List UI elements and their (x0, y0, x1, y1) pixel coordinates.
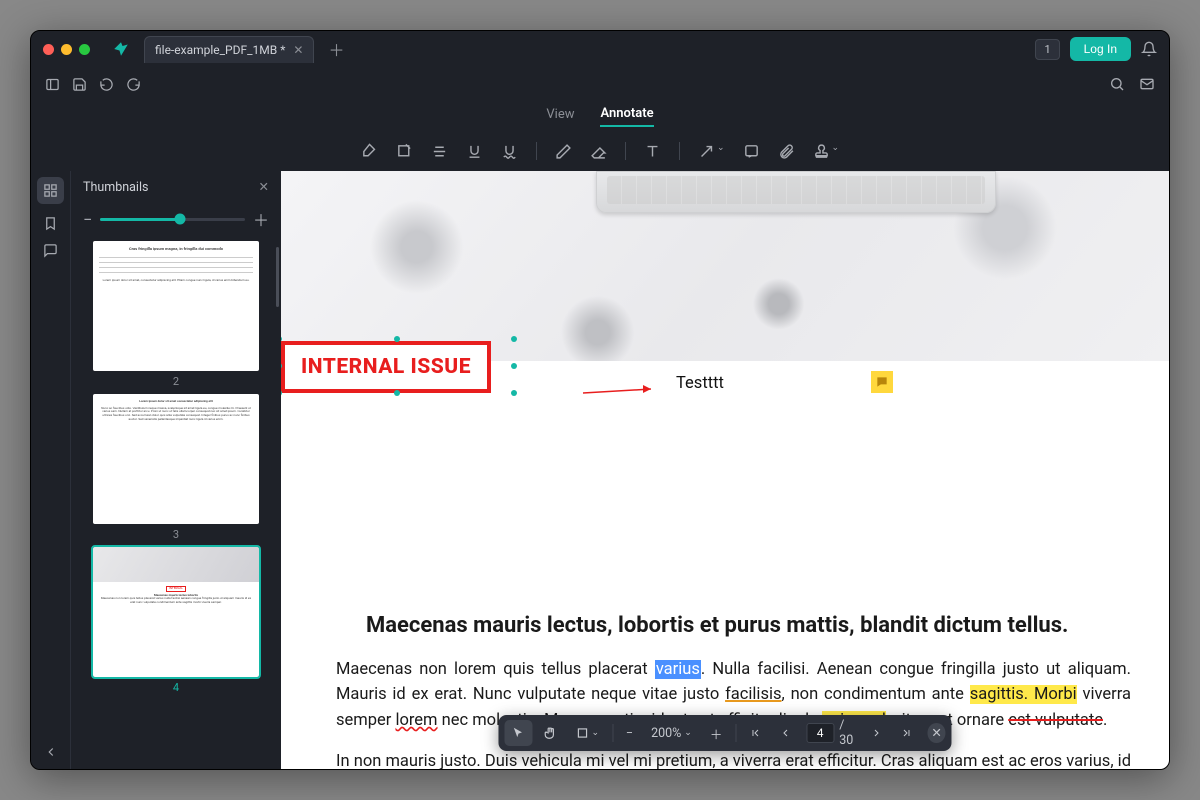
undo-icon[interactable] (99, 77, 114, 92)
thumbnail-page-2[interactable]: Cras fringilla ipsum magna, in fringilla… (93, 241, 259, 388)
left-rail (31, 171, 71, 769)
zoom-level[interactable]: 200%⌄ (644, 720, 699, 747)
window-close[interactable] (43, 44, 54, 55)
thumbnail-number: 3 (93, 528, 259, 541)
fit-mode-icon[interactable]: ⌄ (568, 720, 606, 746)
paragraph-2: In non mauris justo. Duis vehicula mi ve… (336, 749, 1131, 769)
highlight-annotation[interactable]: sagittis. Morbi (970, 685, 1077, 704)
page-total: / 30 (839, 718, 855, 748)
login-button[interactable]: Log In (1070, 37, 1131, 61)
collapse-rail-icon[interactable] (44, 745, 58, 759)
zoom-out-button[interactable]: − (619, 720, 640, 747)
tab-annotate[interactable]: Annotate (600, 106, 653, 127)
tab-title: file-example_PDF_1MB * (155, 43, 285, 57)
close-bar-icon[interactable]: ✕ (928, 723, 946, 743)
zoom-out-icon[interactable]: − (83, 210, 92, 229)
ink-icon[interactable] (555, 143, 572, 160)
attachment-icon[interactable] (778, 143, 795, 160)
document-tab[interactable]: file-example_PDF_1MB * ✕ (144, 36, 314, 63)
heading: Maecenas mauris lectus, lobortis et puru… (336, 611, 1131, 641)
text-tool-icon[interactable] (644, 143, 661, 160)
underline-icon[interactable] (466, 143, 483, 160)
laptop-graphic (596, 171, 996, 213)
page-input[interactable] (806, 723, 834, 743)
window-maximize[interactable] (79, 44, 90, 55)
bell-icon[interactable] (1141, 41, 1157, 57)
thumbnail-number: 4 (93, 681, 259, 694)
mode-tabs: View Annotate (31, 101, 1169, 131)
page: INTERNAL ISSUE Testttt Maecenas mauris l… (281, 171, 1169, 769)
thumbnails-title: Thumbnails (83, 180, 148, 195)
pan-tool-icon[interactable] (536, 720, 564, 746)
highlight-annotation[interactable]: varius (655, 660, 701, 679)
zoom-in-icon[interactable]: ＋ (253, 207, 269, 231)
squiggly-icon[interactable] (501, 143, 518, 160)
zoom-in-button[interactable]: ＋ (703, 718, 730, 749)
thumbnails-rail-icon[interactable] (37, 177, 64, 204)
comments-rail-icon[interactable] (43, 243, 58, 258)
squiggly-annotation[interactable]: lorem (395, 711, 437, 730)
app-window: file-example_PDF_1MB * ✕ ＋ 1 Log In View… (30, 30, 1170, 770)
next-page-icon[interactable] (864, 721, 890, 745)
thumbnails-panel: Thumbnails ✕ − ＋ Cras fringilla ipsum ma… (71, 171, 281, 769)
traffic-lights (43, 44, 90, 55)
thumbnail-zoom-slider[interactable] (100, 218, 245, 221)
page-indicator: / 30 (802, 718, 859, 748)
secondary-toolbar (31, 67, 1169, 101)
strikeout-annotation[interactable]: est vulputate (1008, 711, 1103, 730)
panel-toggle-icon[interactable] (45, 77, 60, 92)
highlight-icon[interactable] (361, 143, 378, 160)
eraser-icon[interactable] (590, 143, 607, 160)
tab-close-icon[interactable]: ✕ (293, 43, 303, 57)
sticky-note-annotation[interactable] (871, 371, 893, 393)
new-tab-button[interactable]: ＋ (328, 37, 344, 61)
notification-badge[interactable]: 1 (1035, 39, 1059, 60)
freetext-annotation[interactable]: Testttt (676, 374, 724, 393)
prev-page-icon[interactable] (772, 721, 798, 745)
last-page-icon[interactable] (894, 721, 920, 745)
arrow-annotation[interactable] (581, 381, 661, 401)
stamp-annotation[interactable]: INTERNAL ISSUE (281, 341, 491, 393)
first-page-icon[interactable] (742, 721, 768, 745)
stamp-tool-icon[interactable]: ⌄ (813, 143, 840, 160)
search-icon[interactable] (1109, 76, 1125, 92)
note-tool-icon[interactable] (743, 143, 760, 160)
bookmarks-rail-icon[interactable] (43, 216, 58, 231)
redo-icon[interactable] (126, 77, 141, 92)
window-minimize[interactable] (61, 44, 72, 55)
strikethrough-icon[interactable] (431, 143, 448, 160)
select-tool-icon[interactable] (504, 720, 532, 746)
underline-annotation[interactable]: facilisis (725, 685, 781, 704)
thumbnail-page-3[interactable]: Lorem ipsum dolor sit amet consectetur a… (93, 394, 259, 541)
thumbnails-close-icon[interactable]: ✕ (259, 179, 269, 195)
annotation-toolbar: ⌄ ⌄ (31, 131, 1169, 171)
tab-view[interactable]: View (546, 107, 574, 126)
title-bar: file-example_PDF_1MB * ✕ ＋ 1 Log In (31, 31, 1169, 67)
arrow-tool-icon[interactable]: ⌄ (698, 143, 725, 160)
page-content: Maecenas mauris lectus, lobortis et puru… (281, 361, 1169, 769)
thumbnail-list[interactable]: Cras fringilla ipsum magna, in fringilla… (71, 241, 281, 769)
document-viewer[interactable]: INTERNAL ISSUE Testttt Maecenas mauris l… (281, 171, 1169, 769)
save-icon[interactable] (72, 77, 87, 92)
area-highlight-icon[interactable] (396, 143, 413, 160)
view-controls-bar: ⌄ − 200%⌄ ＋ / 30 ✕ (498, 715, 951, 751)
mail-icon[interactable] (1139, 76, 1155, 92)
app-logo-icon (112, 40, 130, 58)
thumbnail-zoom: − ＋ (71, 203, 281, 241)
thumbnail-number: 2 (93, 375, 259, 388)
header-image (281, 171, 1169, 361)
thumbnail-page-4[interactable]: INTERNALMaecenas mauris lectus lobortisM… (93, 547, 259, 694)
